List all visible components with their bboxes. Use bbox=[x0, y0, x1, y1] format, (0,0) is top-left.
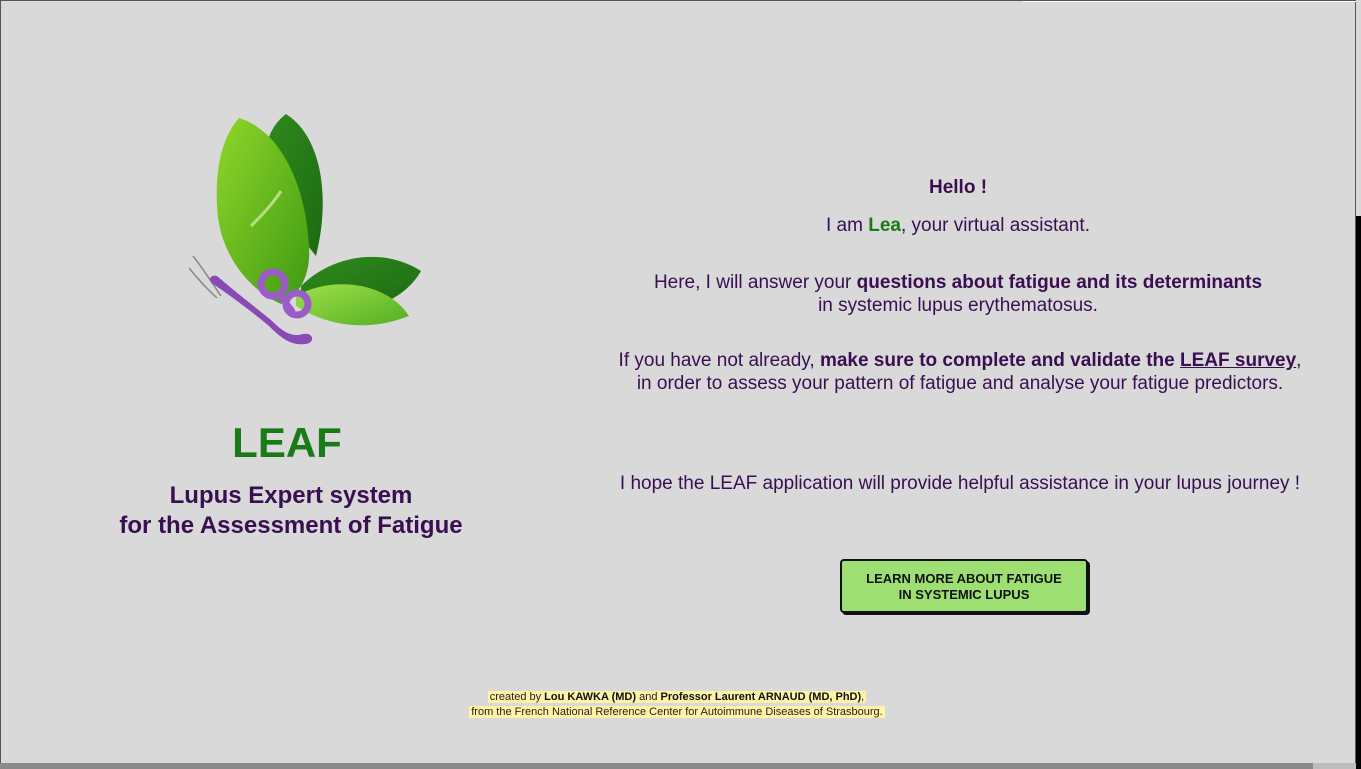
credits-line2: from the French National Reference Cente… bbox=[469, 706, 885, 718]
app-subtitle-line2: for the Assessment of Fatigue bbox=[119, 512, 463, 539]
intro-text: I am Lea, your virtual assistant. bbox=[581, 215, 1335, 237]
survey-line2: in order to assess your pattern of fatig… bbox=[636, 373, 1284, 394]
purpose-prefix: Here, I will answer your bbox=[653, 272, 857, 293]
leaf-survey-link[interactable]: LEAF survey bbox=[1180, 350, 1296, 371]
credits-created-by: created by bbox=[489, 691, 545, 703]
intro-suffix: , your virtual assistant. bbox=[900, 215, 1090, 236]
app-name: LEAF bbox=[232, 419, 342, 466]
leaf-butterfly-icon bbox=[188, 114, 421, 345]
app-subtitle: Lupus Expert system for the Assessment o… bbox=[81, 481, 501, 541]
closing-paragraph: I hope the LEAF application will provide… bbox=[619, 473, 1301, 494]
horizontal-scrollbar[interactable] bbox=[0, 763, 1313, 769]
learn-more-button[interactable]: LEARN MORE ABOUT FATIGUE IN SYSTEMIC LUP… bbox=[840, 559, 1088, 613]
learn-more-button-line1: LEARN MORE ABOUT FATIGUE bbox=[866, 571, 1062, 586]
survey-prefix: If you have not already, bbox=[618, 350, 820, 371]
greeting: Hello ! bbox=[928, 177, 988, 198]
assistant-name: Lea bbox=[868, 215, 901, 236]
credits-comma: , bbox=[861, 691, 865, 703]
horizontal-scrollbar-track[interactable] bbox=[1313, 763, 1356, 769]
purpose-line2: in systemic lupus erythematosus. bbox=[818, 295, 1098, 316]
credits-and: and bbox=[636, 691, 661, 703]
credits: created by Lou KAWKA (MD) and Professor … bbox=[381, 690, 973, 720]
page: LEAF Lupus Expert system for the Assessm… bbox=[0, 0, 1361, 766]
purpose-bold: questions about fatigue and its determin… bbox=[856, 272, 1263, 293]
intro-prefix: I am bbox=[825, 215, 869, 236]
window-top-edge bbox=[1023, 1, 1361, 2]
survey-bold: make sure to complete and validate the bbox=[819, 350, 1181, 371]
window-right-edge bbox=[1356, 0, 1361, 216]
credits-line1: created by Lou KAWKA (MD) and Professor … bbox=[487, 691, 867, 703]
credits-author1: Lou KAWKA (MD) bbox=[544, 691, 637, 703]
survey-paragraph: If you have not already, make sure to co… bbox=[581, 349, 1339, 395]
credits-author2: Professor Laurent ARNAUD (MD, PhD) bbox=[660, 691, 862, 703]
survey-comma: , bbox=[1296, 350, 1302, 371]
learn-more-button-line2: IN SYSTEMIC LUPUS bbox=[898, 587, 1030, 602]
app-subtitle-line1: Lupus Expert system bbox=[169, 482, 413, 509]
purpose-paragraph: Here, I will answer your questions about… bbox=[581, 271, 1335, 317]
